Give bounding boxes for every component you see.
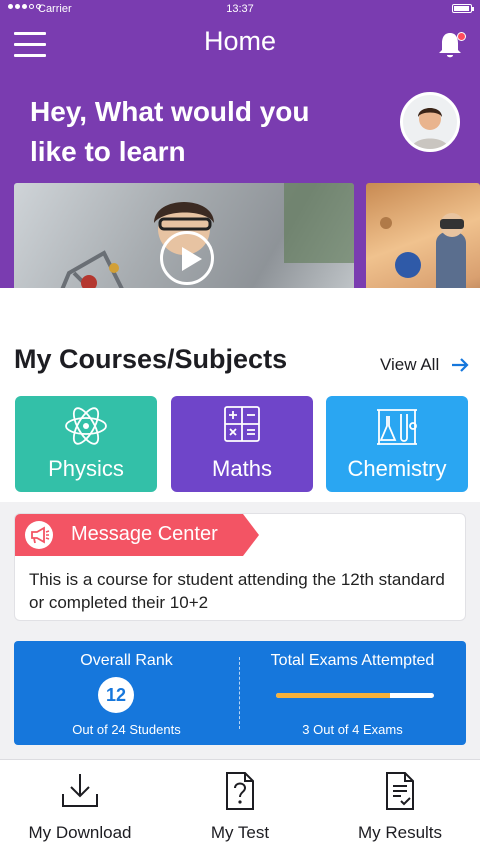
course-label: Chemistry (347, 456, 447, 481)
clock: 13:37 (226, 3, 254, 15)
rank-subtitle: Out of 24 Students (72, 722, 181, 737)
message-center-title: Message Center (71, 523, 218, 545)
checklist-document-icon (386, 772, 414, 810)
play-icon[interactable] (160, 231, 214, 285)
bell-icon[interactable] (436, 30, 466, 60)
view-all-link[interactable]: View All (380, 355, 439, 375)
lab-flask-icon (377, 409, 417, 445)
download-icon (62, 774, 98, 807)
calculator-icon (224, 406, 260, 442)
course-label: Physics (48, 456, 124, 481)
course-tile-maths[interactable]: Maths (171, 396, 313, 492)
megaphone-icon (25, 521, 53, 549)
rank-title: Overall Rank (80, 652, 173, 669)
tab-my-download[interactable]: My Download (0, 760, 160, 853)
course-tile-physics[interactable]: Physics (15, 396, 157, 492)
exams-progress-fill (276, 693, 390, 698)
arrow-right-icon[interactable] (450, 356, 470, 374)
course-label: Maths (212, 456, 272, 481)
greeting-heading: Hey, What would you like to learn (30, 96, 310, 167)
notification-dot (457, 32, 466, 41)
status-bar: Carrier 13:37 (0, 0, 480, 18)
exams-subtitle: 3 Out of 4 Exams (302, 722, 403, 737)
exams-title: Total Exams Attempted (270, 652, 435, 669)
question-document-icon (226, 772, 254, 810)
battery-icon (452, 4, 474, 13)
rank-badge: 12 (98, 677, 134, 713)
tab-my-results[interactable]: My Results (320, 760, 480, 853)
tab-label: My Download (28, 823, 132, 842)
section-title: My Courses/Subjects (14, 344, 288, 374)
tab-label: My Test (210, 823, 270, 842)
exams-progress-bar (276, 693, 434, 698)
page-title: Home (203, 26, 277, 56)
message-center-tag: Message Center (15, 514, 259, 556)
message-center-card[interactable]: Message Center This is a course for stud… (14, 513, 466, 621)
course-tile-chemistry[interactable]: Chemistry (326, 396, 468, 492)
message-text: This is a course for student attending t… (29, 570, 445, 612)
avatar[interactable] (400, 92, 460, 152)
atom-icon (65, 407, 107, 445)
tab-label: My Results (357, 823, 443, 842)
bottom-tab-bar: My Download My Test My Results (0, 759, 480, 853)
tab-my-test[interactable]: My Test (160, 760, 320, 853)
stats-card[interactable]: Overall Rank 12 Out of 24 Students Total… (14, 641, 466, 745)
